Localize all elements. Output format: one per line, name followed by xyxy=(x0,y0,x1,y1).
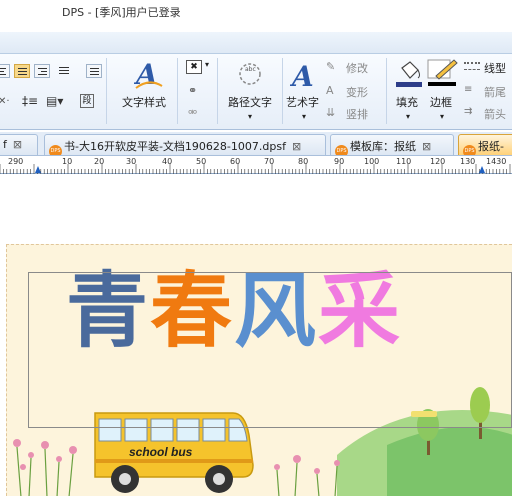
text-box-icon[interactable]: ✖ xyxy=(186,60,202,74)
ruler-label: 50 xyxy=(196,157,207,166)
arrow-head-icon[interactable]: ⇉ xyxy=(464,106,472,117)
menu-bar xyxy=(0,32,512,54)
text-style-icon[interactable]: A xyxy=(133,58,164,93)
ribbon-separator xyxy=(217,58,218,124)
tab-label: 模板库：报纸 xyxy=(350,140,416,153)
bus-label: school bus xyxy=(129,445,193,459)
link-icon[interactable]: ⚭ xyxy=(188,84,197,97)
svg-text:A: A xyxy=(134,58,158,90)
ribbon-separator xyxy=(282,58,283,124)
arrow-head-label[interactable]: 箭头 xyxy=(484,106,506,122)
arrow-tail-label[interactable]: 箭尾 xyxy=(484,84,506,100)
dps-logo-icon: DPS xyxy=(335,145,348,155)
fill-bucket-icon[interactable] xyxy=(396,60,422,91)
ruler-label: 20 xyxy=(94,157,105,166)
ruler-label: 30 xyxy=(126,157,137,166)
vertical-label[interactable]: 竖排 xyxy=(346,106,368,122)
dps-logo-icon: DPS xyxy=(463,145,476,155)
ribbon-separator xyxy=(386,58,387,124)
ruler-label: 60 xyxy=(230,157,241,166)
format-brush-icon[interactable]: ✕· xyxy=(0,96,12,108)
modify-label[interactable]: 修改 xyxy=(346,60,368,76)
horizontal-ruler[interactable]: 290 10 20 30 40 50 60 70 80 90 100 110 1… xyxy=(0,156,512,174)
svg-text:A: A xyxy=(290,60,314,90)
align-justify-button[interactable] xyxy=(56,64,72,78)
line-type-label[interactable]: 线型 xyxy=(484,60,506,76)
tab-doc-0[interactable]: f ⊠ xyxy=(0,134,38,155)
document-tabs: f ⊠ DPS 书-大16开软皮平装-文档190628-1007.dpsf ⊠ DPS… xyxy=(0,132,512,156)
dps-logo-icon: DPS xyxy=(49,145,62,155)
ruler-label: 10 xyxy=(62,157,73,166)
tab-template-library[interactable]: DPS 模板库：报纸 ⊠ xyxy=(330,134,454,155)
title-bar: DPS - [季风]用户已登录 xyxy=(0,0,512,22)
modify-icon[interactable]: ✎ xyxy=(326,60,335,73)
text-style-label[interactable]: 文字样式 xyxy=(122,94,166,110)
dropdown-arrow-icon[interactable]: ▾ xyxy=(440,112,444,121)
tab-label: f xyxy=(3,138,7,151)
dropdown-arrow-icon[interactable]: ▾ xyxy=(302,112,306,121)
fill-label[interactable]: 填充 xyxy=(396,94,418,110)
column-icon[interactable]: ▤▾ xyxy=(46,94,63,108)
svg-text:abc: abc xyxy=(245,66,256,73)
line-type-icon[interactable] xyxy=(464,62,480,70)
align-left-button[interactable] xyxy=(0,64,10,78)
tab-newspaper-active[interactable]: DPS 报纸- xyxy=(458,134,512,155)
align-distribute-button[interactable] xyxy=(86,64,102,78)
close-icon[interactable]: ⊠ xyxy=(422,140,431,153)
border-label[interactable]: 边框 xyxy=(430,94,452,110)
ruler-label: 120 xyxy=(430,157,446,166)
ruler-label: 110 xyxy=(396,157,412,166)
tab-doc-1[interactable]: DPS 书-大16开软皮平装-文档190628-1007.dpsf ⊠ xyxy=(44,134,326,155)
line-spacing-icon[interactable]: ‡≡ xyxy=(22,94,38,108)
close-icon[interactable]: ⊠ xyxy=(292,140,301,153)
ruler-label: 130 xyxy=(460,157,476,166)
arrow-tail-icon[interactable]: ≡ xyxy=(464,84,472,95)
path-text-icon[interactable]: abc xyxy=(236,60,264,91)
title-band xyxy=(0,22,512,32)
tab-label: 书-大16开软皮平装-文档190628-1007.dpsf xyxy=(64,140,286,153)
ruler-label: 40 xyxy=(162,157,173,166)
ruler-label: 100 xyxy=(364,157,380,166)
ribbon-separator xyxy=(177,58,178,124)
transform-icon[interactable]: A xyxy=(326,84,334,97)
unlink-icon[interactable]: ⚮ xyxy=(188,106,197,119)
ribbon-separator xyxy=(106,58,107,124)
path-text-label[interactable]: 路径文字 xyxy=(228,94,272,110)
dropdown-arrow-icon[interactable]: ▾ xyxy=(406,112,410,121)
ribbon-toolbar: ✕· ‡≡ ▤▾ 段 A 文字样式 ✖ ▾ ⚭ ⚮ abc 路径文字 ▾ A 艺… xyxy=(0,54,512,130)
tab-label: 报纸- xyxy=(478,140,504,153)
ruler-label: 90 xyxy=(334,157,345,166)
close-icon[interactable]: ⊠ xyxy=(13,138,22,151)
dropdown-arrow-icon[interactable]: ▾ xyxy=(248,112,252,121)
art-text-label[interactable]: 艺术字 xyxy=(286,94,319,110)
ruler-label: 80 xyxy=(298,157,309,166)
align-right-button[interactable] xyxy=(34,64,50,78)
window-title: DPS - [季风]用户已登录 xyxy=(62,6,181,19)
border-pen-icon[interactable] xyxy=(426,58,458,91)
paragraph-icon[interactable]: 段 xyxy=(80,94,94,108)
align-center-button[interactable] xyxy=(14,64,30,78)
ruler-label: 70 xyxy=(264,157,275,166)
art-text-icon[interactable]: A xyxy=(289,60,318,93)
transform-label[interactable]: 变形 xyxy=(346,84,368,100)
text-frame-border[interactable] xyxy=(28,272,512,428)
ruler-label: 1430 xyxy=(486,157,507,166)
ruler-label: 290 xyxy=(8,157,24,166)
dropdown-arrow-icon[interactable]: ▾ xyxy=(205,60,209,69)
vertical-text-icon[interactable]: ⇊ xyxy=(326,106,335,119)
